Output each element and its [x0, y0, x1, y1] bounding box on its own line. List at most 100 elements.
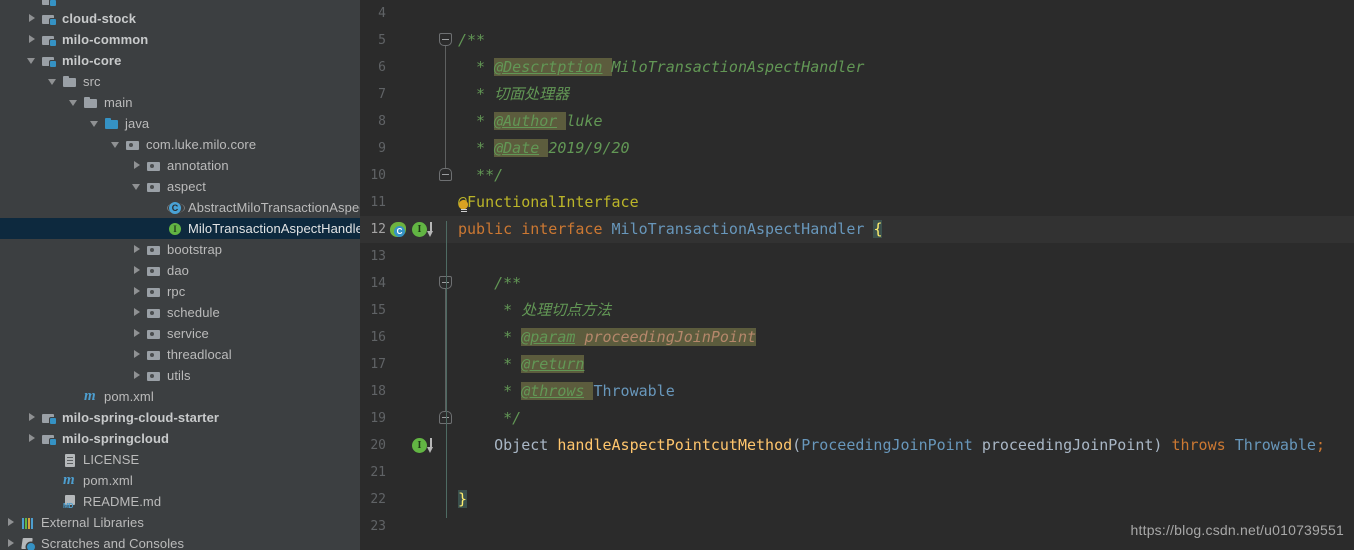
tree-row[interactable]: service [0, 323, 360, 344]
editor-line[interactable]: 13 [360, 243, 1354, 270]
editor-line[interactable]: 22} [360, 486, 1354, 513]
tree-row[interactable]: dao [0, 260, 360, 281]
code-text[interactable]: /** [440, 270, 1354, 297]
tree-row[interactable]: annotation [0, 155, 360, 176]
tree-row[interactable]: schedule [0, 302, 360, 323]
editor-line[interactable]: 14 /** [360, 270, 1354, 297]
editor-gutter[interactable]: 8 [360, 108, 446, 135]
code-text[interactable] [440, 0, 1354, 27]
tree-row[interactable]: README.md [0, 491, 360, 512]
tree-row[interactable]: MiloTransactionAspectHandler [0, 218, 360, 239]
code-text[interactable] [440, 459, 1354, 486]
editor-line[interactable]: 19 */ [360, 405, 1354, 432]
editor-gutter[interactable]: 18 [360, 378, 446, 405]
chevron-down-icon[interactable] [132, 181, 143, 192]
tree-row[interactable]: External Libraries [0, 512, 360, 533]
editor-line[interactable]: 20 Object handleAspectPointcutMethod(Pro… [360, 432, 1354, 459]
editor-gutter[interactable]: 13 [360, 243, 440, 270]
editor-gutter[interactable]: 14 [360, 270, 452, 297]
code-text[interactable]: * @return [440, 351, 1354, 378]
editor-gutter[interactable]: 12 [360, 216, 440, 243]
editor-gutter[interactable]: 23 [360, 513, 440, 540]
tree-row[interactable]: milo-common [0, 29, 360, 50]
tree-row[interactable]: LICENSE [0, 449, 360, 470]
chevron-right-icon[interactable] [132, 160, 143, 171]
implemented-method-icon[interactable] [412, 438, 427, 453]
editor-gutter[interactable]: 15 [360, 297, 446, 324]
editor-gutter[interactable]: 16 [360, 324, 446, 351]
code-text[interactable]: public interface MiloTransactionAspectHa… [440, 216, 1354, 243]
editor-line[interactable]: 9 * @Date 2019/9/20 [360, 135, 1354, 162]
tree-row[interactable]: pom.xml [0, 470, 360, 491]
tree-row[interactable]: main [0, 92, 360, 113]
editor-gutter[interactable]: 19 [360, 405, 452, 432]
tree-row[interactable]: src [0, 71, 360, 92]
editor-gutter[interactable]: 20 [360, 432, 440, 459]
tree-row[interactable]: milo-spring-cloud-starter [0, 407, 360, 428]
editor-gutter[interactable]: 6 [360, 54, 446, 81]
tree-row[interactable]: java [0, 113, 360, 134]
editor-line[interactable]: 6 * @Descrtption MiloTransactionAspectHa… [360, 54, 1354, 81]
editor-line[interactable]: 5 /** [360, 27, 1354, 54]
code-text[interactable]: /** [440, 27, 1354, 54]
chevron-right-icon[interactable] [27, 34, 38, 45]
editor-gutter[interactable]: 17 [360, 351, 446, 378]
chevron-right-icon[interactable] [132, 265, 143, 276]
chevron-down-icon[interactable] [69, 97, 80, 108]
chevron-down-icon[interactable] [27, 55, 38, 66]
editor-line[interactable]: 18 * @throws Throwable [360, 378, 1354, 405]
editor-line[interactable]: 16 * @param proceedingJoinPoint [360, 324, 1354, 351]
chevron-right-icon[interactable] [132, 286, 143, 297]
editor-gutter[interactable]: 5 [360, 27, 452, 54]
code-text[interactable]: */ [440, 405, 1354, 432]
editor-gutter[interactable]: 10 [360, 162, 452, 189]
tree-row[interactable]: milo-core [0, 50, 360, 71]
editor-gutter[interactable]: 22 [360, 486, 440, 513]
code-text[interactable]: * @throws Throwable [440, 378, 1354, 405]
tree-row[interactable]: pom.xml [0, 386, 360, 407]
tree-row[interactable]: Scratches and Consoles [0, 533, 360, 550]
chevron-right-icon[interactable] [132, 349, 143, 360]
code-text[interactable]: } [440, 486, 1354, 513]
chevron-right-icon[interactable] [132, 328, 143, 339]
code-text[interactable]: * @Date 2019/9/20 [440, 135, 1354, 162]
intention-bulb-icon[interactable] [458, 200, 469, 211]
implemented-interface-icon[interactable] [412, 222, 427, 237]
editor-line[interactable]: 4 [360, 0, 1354, 27]
chevron-right-icon[interactable] [6, 517, 17, 528]
editor-gutter[interactable]: 9 [360, 135, 446, 162]
tree-row[interactable]: threadlocal [0, 344, 360, 365]
editor-gutter[interactable]: 21 [360, 459, 440, 486]
tree-row[interactable]: milo-springcloud [0, 428, 360, 449]
code-text[interactable]: * 切面处理器 [440, 81, 1354, 108]
chevron-right-icon[interactable] [132, 307, 143, 318]
editor-gutter[interactable]: 11 [360, 189, 440, 216]
project-tool-window[interactable]: cloud-stock milo-common milo-core src main ja… [0, 0, 360, 550]
code-text[interactable]: * @Author luke [440, 108, 1354, 135]
code-text[interactable]: @FunctionalInterface [440, 189, 1354, 216]
chevron-down-icon[interactable] [90, 118, 101, 129]
editor-line[interactable]: 21 [360, 459, 1354, 486]
editor-line[interactable]: 7 * 切面处理器 [360, 81, 1354, 108]
editor-line[interactable]: 11 @FunctionalInterface [360, 189, 1354, 216]
chevron-down-icon[interactable] [111, 139, 122, 150]
chevron-right-icon[interactable] [27, 412, 38, 423]
chevron-right-icon[interactable] [132, 370, 143, 381]
code-text[interactable]: Object handleAspectPointcutMethod(Procee… [440, 432, 1354, 459]
chevron-right-icon[interactable] [6, 538, 17, 549]
chevron-right-icon[interactable] [132, 244, 143, 255]
tree-row[interactable]: com.luke.milo.core [0, 134, 360, 155]
tree-row[interactable]: utils [0, 365, 360, 386]
editor-gutter[interactable]: 4 [360, 0, 440, 27]
code-text[interactable]: * 处理切点方法 [440, 297, 1354, 324]
tree-row[interactable]: rpc [0, 281, 360, 302]
tree-row[interactable] [0, 0, 360, 8]
code-text[interactable] [440, 243, 1354, 270]
code-text[interactable]: * @param proceedingJoinPoint [440, 324, 1354, 351]
editor-line[interactable]: 12 public interface MiloTransactionAspect… [360, 216, 1354, 243]
editor-line[interactable]: 10 **/ [360, 162, 1354, 189]
code-text[interactable]: **/ [440, 162, 1354, 189]
code-text[interactable]: * @Descrtption MiloTransactionAspectHand… [440, 54, 1354, 81]
editor-gutter[interactable]: 7 [360, 81, 446, 108]
chevron-right-icon[interactable] [27, 433, 38, 444]
